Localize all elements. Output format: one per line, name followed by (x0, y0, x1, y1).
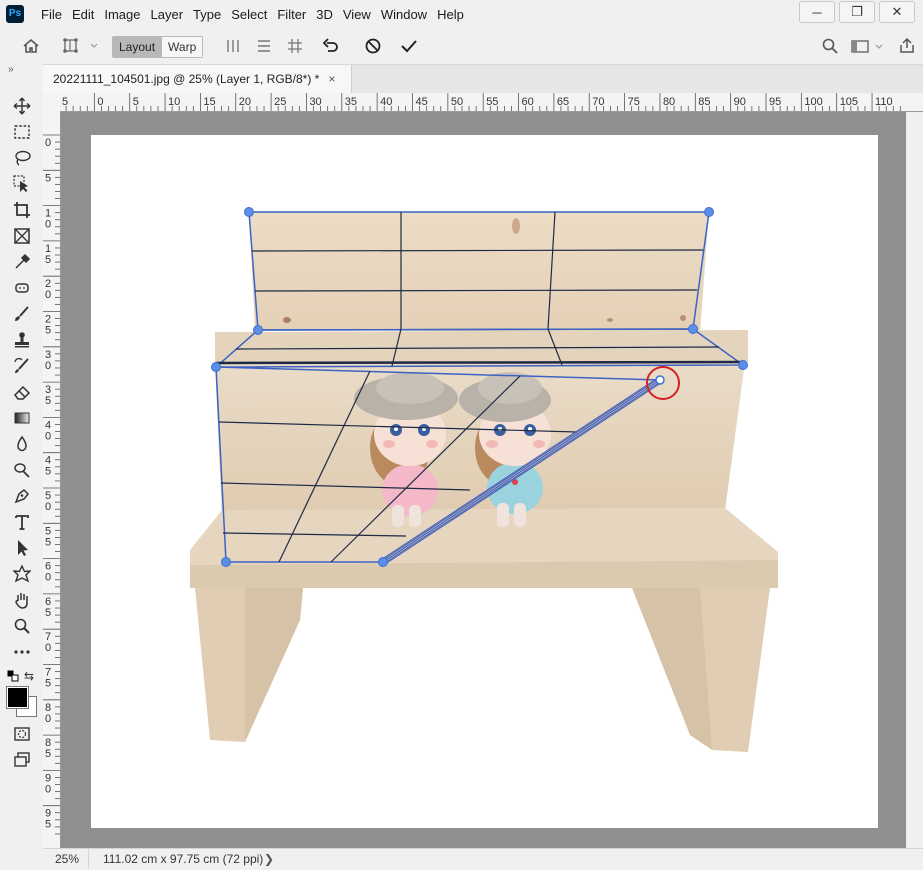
warp-handle[interactable] (688, 324, 698, 334)
bench-photo (190, 212, 778, 752)
warp-handle[interactable] (253, 325, 263, 335)
document-dimensions: 111.02 cm x 97.75 cm (72 ppi) (103, 852, 264, 866)
zoom-field[interactable]: 25% (43, 849, 89, 869)
warp-handle[interactable] (221, 557, 231, 567)
warp-handle[interactable] (704, 207, 714, 217)
status-bar: 25% 111.02 cm x 97.75 cm (72 ppi) ❯ (43, 848, 923, 870)
active-warp-handle[interactable] (655, 375, 665, 385)
warp-handle[interactable] (244, 207, 254, 217)
warp-handle[interactable] (378, 557, 388, 567)
warp-handle[interactable] (211, 362, 221, 372)
image-content (190, 207, 778, 752)
status-menu-icon[interactable]: ❯ (264, 849, 274, 869)
warp-handle[interactable] (738, 360, 748, 370)
